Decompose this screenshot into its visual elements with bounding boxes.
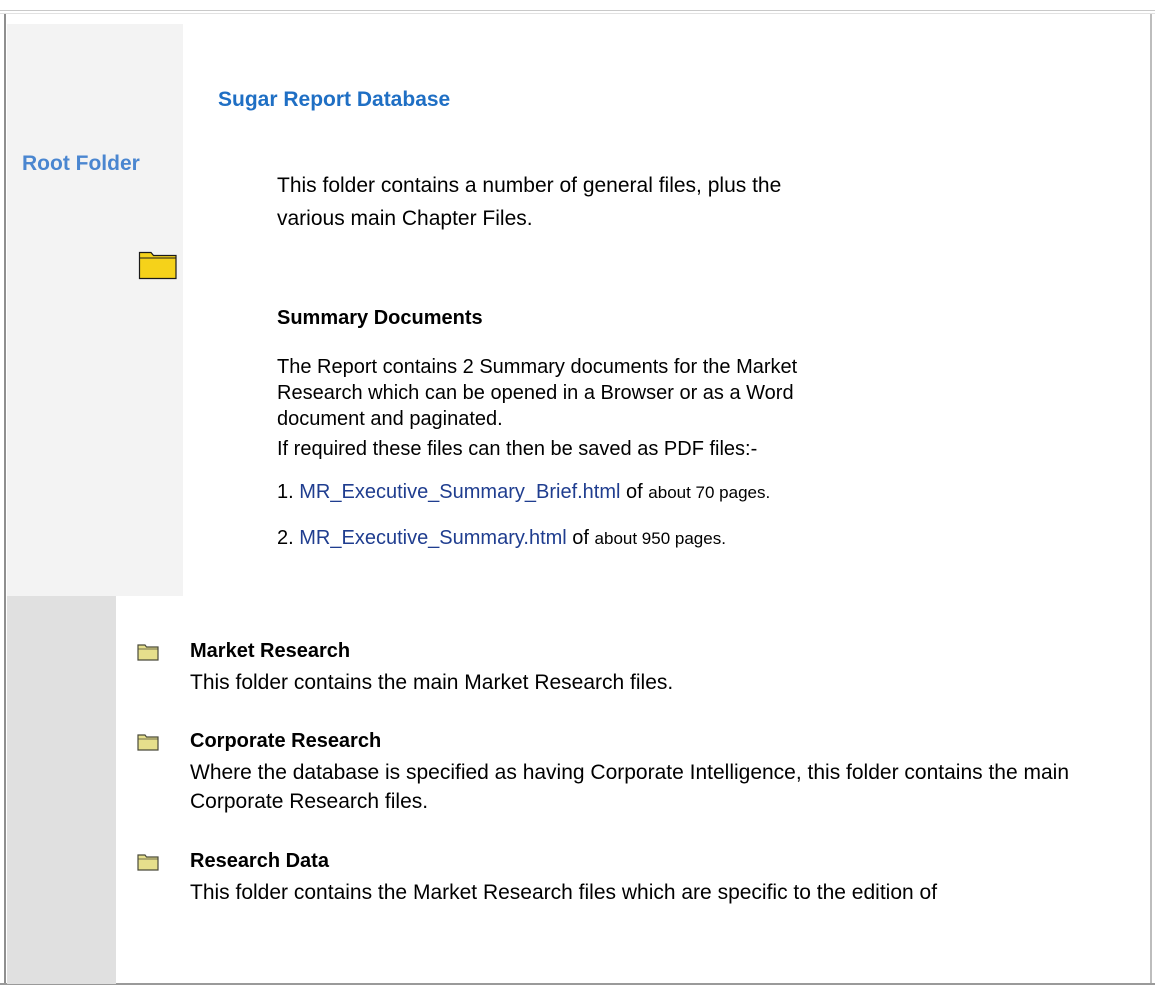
pdf-note: If required these files can then be save… (277, 438, 758, 460)
folder-description: Where the database is specified as havin… (190, 761, 1070, 813)
sidebar-gutter (7, 596, 116, 984)
list-item: 2. MR_Executive_Summary.html of about 95… (277, 527, 726, 550)
page-count: about 70 pages. (648, 483, 771, 502)
summary-description: The Report contains 2 Summary documents … (277, 356, 798, 430)
list-number: 1. (277, 481, 294, 503)
folder-icon (137, 644, 159, 661)
folder-icon (138, 251, 177, 280)
intro-text: This folder contains a number of general… (277, 174, 782, 230)
top-divider (0, 10, 1155, 11)
folder-description: This folder contains the Market Research… (190, 881, 938, 904)
folder-icon (137, 734, 159, 751)
folder-icon (137, 854, 159, 871)
folder-title: Market Research (190, 640, 351, 662)
top-divider-secondary (0, 13, 1155, 14)
page-count: about 950 pages. (594, 529, 726, 548)
root-folder-label: Root Folder (22, 152, 140, 175)
page-title: Sugar Report Database (218, 88, 451, 111)
executive-summary-link[interactable]: MR_Executive_Summary.html (299, 527, 566, 549)
right-border (1150, 14, 1152, 984)
folder-description: This folder contains the main Market Res… (190, 671, 674, 694)
folder-title: Corporate Research (190, 730, 382, 752)
sidebar-panel (7, 24, 183, 596)
bottom-divider (0, 983, 1155, 985)
executive-summary-brief-link[interactable]: MR_Executive_Summary_Brief.html (299, 481, 620, 503)
list-number: 2. (277, 527, 294, 549)
of-text: of (572, 527, 589, 549)
left-border (4, 14, 6, 984)
of-text: of (626, 481, 643, 503)
folder-title: Research Data (190, 850, 329, 872)
summary-heading: Summary Documents (277, 307, 483, 329)
list-item: 1. MR_Executive_Summary_Brief.html of ab… (277, 481, 770, 504)
